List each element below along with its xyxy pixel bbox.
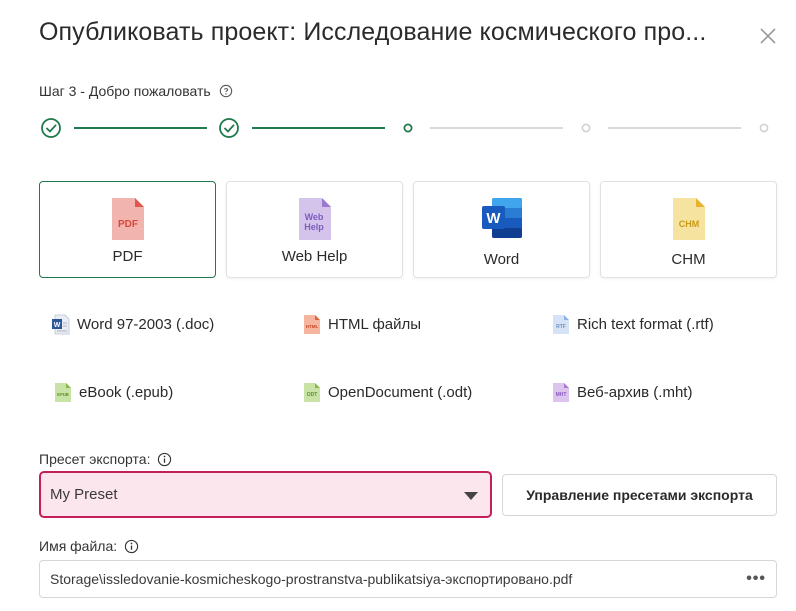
filename-label-text: Имя файла: bbox=[39, 538, 118, 554]
format-card-pdf[interactable]: PDF PDF bbox=[39, 181, 216, 278]
preset-label: Пресет экспорта: bbox=[39, 451, 172, 467]
format-card-webhelp[interactable]: Web Help Web Help bbox=[226, 181, 403, 278]
format-card-label: CHM bbox=[671, 251, 706, 268]
svg-text:HTML: HTML bbox=[306, 324, 319, 329]
html-file-icon: HTML bbox=[304, 315, 320, 334]
check-icon bbox=[45, 124, 57, 133]
format-option-label: Word 97-2003 (.doc) bbox=[77, 316, 215, 333]
check-circle-icon bbox=[41, 118, 61, 138]
format-option-mht[interactable]: MHT Веб-архив (.mht) bbox=[552, 382, 692, 403]
format-option-label: Веб-архив (.mht) bbox=[577, 384, 693, 401]
word-app-icon: W bbox=[481, 198, 522, 238]
svg-text:PDF: PDF bbox=[118, 219, 138, 230]
svg-text:EPUB: EPUB bbox=[57, 392, 69, 397]
preset-select[interactable]: My Preset bbox=[39, 471, 492, 518]
mht-file-icon: MHT bbox=[553, 383, 569, 402]
svg-text:W: W bbox=[486, 210, 501, 227]
preset-label-text: Пресет экспорта: bbox=[39, 451, 151, 467]
svg-text:W: W bbox=[54, 322, 61, 329]
format-option-label: HTML файлы bbox=[328, 316, 422, 333]
step-3-current bbox=[403, 123, 413, 133]
step-4-pending bbox=[581, 123, 591, 133]
filename-value: Storage\issledovanie-kosmicheskogo-prost… bbox=[50, 571, 573, 587]
svg-text:RTF: RTF bbox=[556, 324, 566, 330]
format-option-label: OpenDocument (.odt) bbox=[328, 384, 473, 401]
preset-select-value: My Preset bbox=[50, 486, 118, 503]
info-icon[interactable] bbox=[157, 452, 172, 467]
format-option-html[interactable]: HTML HTML файлы bbox=[303, 314, 421, 335]
svg-text:ODT: ODT bbox=[307, 392, 318, 398]
format-card-label: PDF bbox=[112, 248, 143, 265]
format-option-label: Rich text format (.rtf) bbox=[577, 316, 714, 333]
format-option-rtf[interactable]: RTF Rich text format (.rtf) bbox=[552, 314, 714, 335]
browse-more-button[interactable]: ••• bbox=[746, 570, 766, 588]
epub-file-icon: EPUB bbox=[55, 383, 71, 402]
filename-input[interactable]: Storage\issledovanie-kosmicheskogo-prost… bbox=[39, 560, 777, 598]
svg-text:Web: Web bbox=[304, 212, 323, 222]
dropdown-arrow-icon bbox=[464, 492, 478, 500]
svg-text:CHM: CHM bbox=[678, 219, 699, 229]
step-5-pending bbox=[759, 123, 769, 133]
pdf-file-icon: PDF bbox=[111, 198, 144, 240]
format-option-doc[interactable]: W Word 97-2003 (.doc) bbox=[52, 314, 214, 335]
format-card-word[interactable]: W Word bbox=[413, 181, 590, 278]
step-1-complete bbox=[41, 118, 61, 138]
odt-file-icon: ODT bbox=[304, 383, 320, 402]
format-card-chm[interactable]: CHM CHM bbox=[600, 181, 777, 278]
dialog-title: Опубликовать проект: Исследование космич… bbox=[39, 18, 707, 46]
check-circle-icon bbox=[219, 118, 239, 138]
format-card-label: Word bbox=[483, 251, 520, 268]
format-option-odt[interactable]: ODT OpenDocument (.odt) bbox=[303, 382, 472, 403]
format-option-label: eBook (.epub) bbox=[79, 384, 174, 401]
info-icon[interactable] bbox=[124, 539, 139, 554]
step-label: Шаг 3 - Добро пожаловать bbox=[39, 83, 233, 99]
chm-file-icon: CHM bbox=[672, 198, 705, 240]
close-icon[interactable] bbox=[756, 24, 780, 48]
rtf-file-icon: RTF bbox=[553, 315, 569, 334]
svg-text:Help: Help bbox=[304, 222, 324, 232]
step-label-text: Шаг 3 - Добро пожаловать bbox=[39, 83, 211, 99]
help-icon[interactable] bbox=[219, 84, 233, 98]
format-option-epub[interactable]: EPUB eBook (.epub) bbox=[54, 382, 173, 403]
manage-presets-button[interactable]: Управление пресетами экспорта bbox=[502, 474, 777, 516]
svg-text:MHT: MHT bbox=[556, 392, 567, 398]
check-icon bbox=[223, 124, 235, 133]
filename-label: Имя файла: bbox=[39, 538, 139, 554]
format-card-label: Web Help bbox=[281, 248, 348, 265]
webhelp-file-icon: Web Help bbox=[298, 198, 331, 240]
doc-file-icon: W bbox=[52, 314, 70, 335]
step-2-complete bbox=[219, 118, 239, 138]
